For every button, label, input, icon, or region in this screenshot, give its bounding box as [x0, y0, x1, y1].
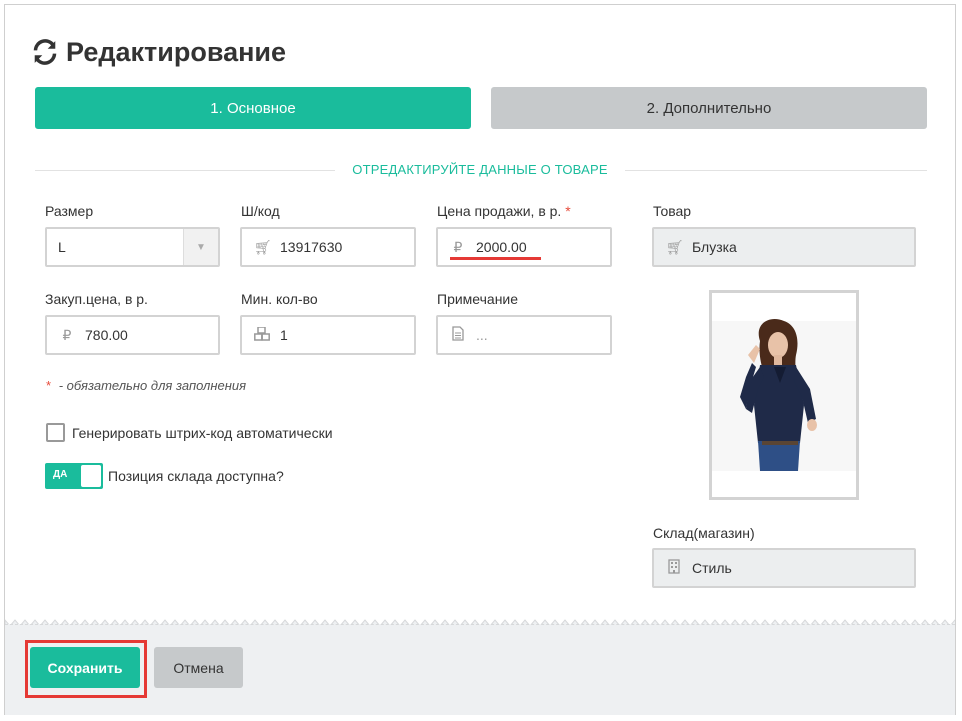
min-qty-value: 1: [280, 327, 288, 343]
generate-barcode-checkbox[interactable]: [46, 423, 65, 442]
toggle-state-label: ДА: [53, 469, 68, 480]
purchase-price-label: Закуп.цена, в р.: [45, 291, 148, 307]
modal-footer: [5, 624, 955, 715]
note-placeholder: ...: [476, 327, 488, 343]
size-label: Размер: [45, 203, 94, 219]
size-select[interactable]: L ▼: [45, 227, 220, 267]
cubes-icon: [254, 325, 270, 344]
size-select-value: L: [58, 239, 66, 255]
section-divider-left: [35, 170, 335, 171]
purchase-price-input[interactable]: ₽ 780.00: [45, 315, 220, 355]
chevron-down-icon[interactable]: ▼: [183, 229, 218, 265]
product-label: Товар: [653, 203, 692, 219]
sale-price-input[interactable]: ₽ 2000.00: [436, 227, 612, 267]
store-value: Стиль: [692, 560, 732, 576]
store-field: Стиль: [652, 548, 916, 588]
required-note-mark: *: [46, 378, 52, 393]
ruble-icon: ₽: [453, 238, 463, 255]
sale-price-label: Цена продажи, в р. *: [437, 203, 571, 219]
document-icon: [450, 326, 466, 344]
store-label: Склад(магазин): [653, 525, 755, 541]
refresh-icon: [33, 39, 57, 65]
ruble-icon: ₽: [62, 326, 72, 343]
sale-price-highlight-underline: [450, 257, 541, 260]
cancel-button[interactable]: Отмена: [154, 647, 243, 688]
cart-icon: 🛒︎: [254, 238, 272, 255]
note-label: Примечание: [437, 291, 519, 307]
available-toggle[interactable]: ДА: [45, 463, 103, 489]
available-toggle-label: Позиция склада доступна?: [108, 468, 284, 484]
page-title-text: Редактирование: [66, 36, 287, 67]
purchase-price-value: 780.00: [85, 327, 128, 343]
product-field: 🛒︎ Блузка: [652, 227, 916, 267]
toggle-knob[interactable]: [81, 465, 101, 487]
tab-additional[interactable]: 2. Дополнительно: [491, 87, 927, 129]
required-mark: *: [565, 203, 571, 219]
section-heading: ОТРЕДАКТИРУЙТЕ ДАННЫЕ О ТОВАРЕ: [352, 162, 608, 177]
note-input[interactable]: ...: [436, 315, 612, 355]
required-note-text: - обязательно для заполнения: [58, 378, 247, 393]
cart-icon: 🛒︎: [666, 238, 684, 255]
sale-price-label-text: Цена продажи, в р.: [437, 203, 562, 219]
generate-barcode-label[interactable]: Генерировать штрих-код автоматически: [72, 425, 333, 441]
section-divider-right: [625, 170, 927, 171]
barcode-value: 13917630: [280, 239, 343, 255]
page-title: Редактирование: [32, 32, 286, 72]
min-qty-input[interactable]: 1: [240, 315, 416, 355]
tab-main[interactable]: 1. Основное: [35, 87, 471, 129]
barcode-input[interactable]: 🛒︎ 13917630: [240, 227, 416, 267]
barcode-label: Ш/код: [241, 203, 280, 219]
sale-price-value: 2000.00: [476, 239, 527, 255]
product-image: [709, 290, 859, 500]
required-note: * - обязательно для заполнения: [46, 378, 246, 393]
min-qty-label: Мин. кол-во: [241, 291, 318, 307]
building-icon: [666, 559, 682, 577]
save-button[interactable]: Сохранить: [30, 647, 140, 688]
product-value: Блузка: [692, 239, 737, 255]
